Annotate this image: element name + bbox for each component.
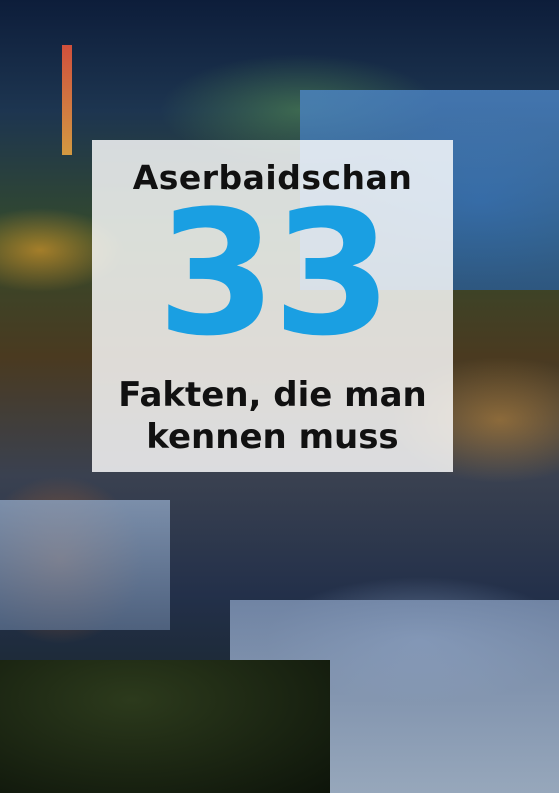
tv-tower [62,45,72,155]
rooftops-left [0,500,170,630]
cover-subtitle: Fakten, die man kennen muss [92,374,453,458]
title-panel: Aserbaidschan 33 Fakten, die man kennen … [92,140,453,472]
subtitle-line-1: Fakten, die man [118,375,427,415]
subtitle-line-2: kennen muss [146,417,399,457]
trees [0,660,330,793]
cover-number: 33 [156,173,392,374]
